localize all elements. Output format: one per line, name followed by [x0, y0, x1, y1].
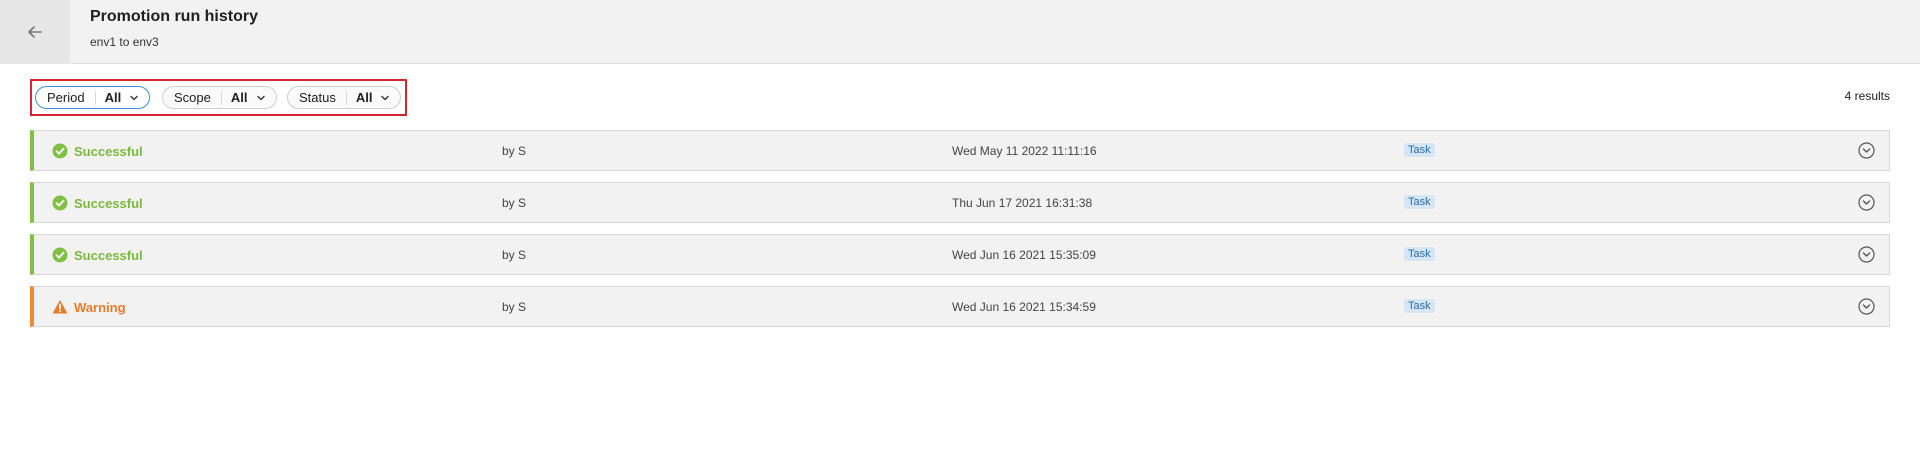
- filter-value: All: [104, 90, 122, 105]
- run-row[interactable]: Warning by S Wed Jun 16 2021 15:34:59 Ta…: [30, 286, 1890, 327]
- run-status-label: Successful: [74, 247, 143, 263]
- run-type-badge: Task: [1404, 195, 1435, 209]
- expand-chevron-icon[interactable]: [1858, 246, 1875, 263]
- run-status-label: Warning: [74, 299, 126, 315]
- run-row[interactable]: Successful by S Wed May 11 2022 11:11:16…: [30, 130, 1890, 171]
- run-status: Successful: [52, 195, 143, 211]
- warning-triangle-icon: [52, 300, 68, 314]
- results-count: 4 results: [1844, 89, 1890, 103]
- run-date: Thu Jun 17 2021 16:31:38: [952, 196, 1093, 210]
- filter-value: All: [230, 90, 248, 105]
- run-row[interactable]: Successful by S Thu Jun 17 2021 16:31:38…: [30, 182, 1890, 223]
- run-type-badge: Task: [1404, 247, 1435, 261]
- run-status-label: Successful: [74, 143, 143, 159]
- chevron-down-icon: [381, 95, 390, 100]
- filter-status[interactable]: Status All: [287, 86, 402, 109]
- run-status-label: Successful: [74, 195, 143, 211]
- run-author: by S: [502, 144, 527, 158]
- filter-scope[interactable]: Scope All: [162, 86, 277, 109]
- back-button[interactable]: [0, 0, 70, 64]
- run-type-badge: Task: [1404, 299, 1435, 313]
- page-header: Promotion run history env1 to env3: [0, 0, 1920, 64]
- filter-period[interactable]: Period All: [35, 86, 151, 109]
- run-date: Wed Jun 16 2021 15:34:59: [952, 300, 1096, 314]
- check-circle-icon: [52, 247, 68, 263]
- run-author: by S: [502, 300, 527, 314]
- filter-value: All: [355, 90, 373, 105]
- run-row[interactable]: Successful by S Wed Jun 16 2021 15:35:09…: [30, 234, 1890, 275]
- chevron-down-icon: [130, 95, 138, 100]
- run-author: by S: [502, 196, 527, 210]
- run-status: Successful: [52, 247, 143, 263]
- check-circle-icon: [52, 143, 68, 159]
- run-date: Wed Jun 16 2021 15:35:09: [952, 248, 1096, 262]
- expand-chevron-icon[interactable]: [1858, 298, 1875, 315]
- filter-label: Scope: [163, 90, 222, 105]
- run-date: Wed May 11 2022 11:11:16: [952, 144, 1097, 158]
- expand-chevron-icon[interactable]: [1858, 194, 1875, 211]
- run-type-badge: Task: [1404, 143, 1435, 157]
- run-author: by S: [502, 248, 527, 262]
- run-status: Warning: [52, 299, 126, 315]
- check-circle-icon: [52, 195, 68, 211]
- chevron-down-icon: [256, 95, 265, 100]
- page-title: Promotion run history: [90, 8, 258, 25]
- filter-label: Period: [36, 90, 96, 105]
- run-status: Successful: [52, 143, 143, 159]
- page-subtitle: env1 to env3: [90, 35, 159, 49]
- expand-chevron-icon[interactable]: [1858, 142, 1875, 159]
- arrow-left-icon: [28, 26, 42, 38]
- filter-label: Status: [288, 90, 347, 105]
